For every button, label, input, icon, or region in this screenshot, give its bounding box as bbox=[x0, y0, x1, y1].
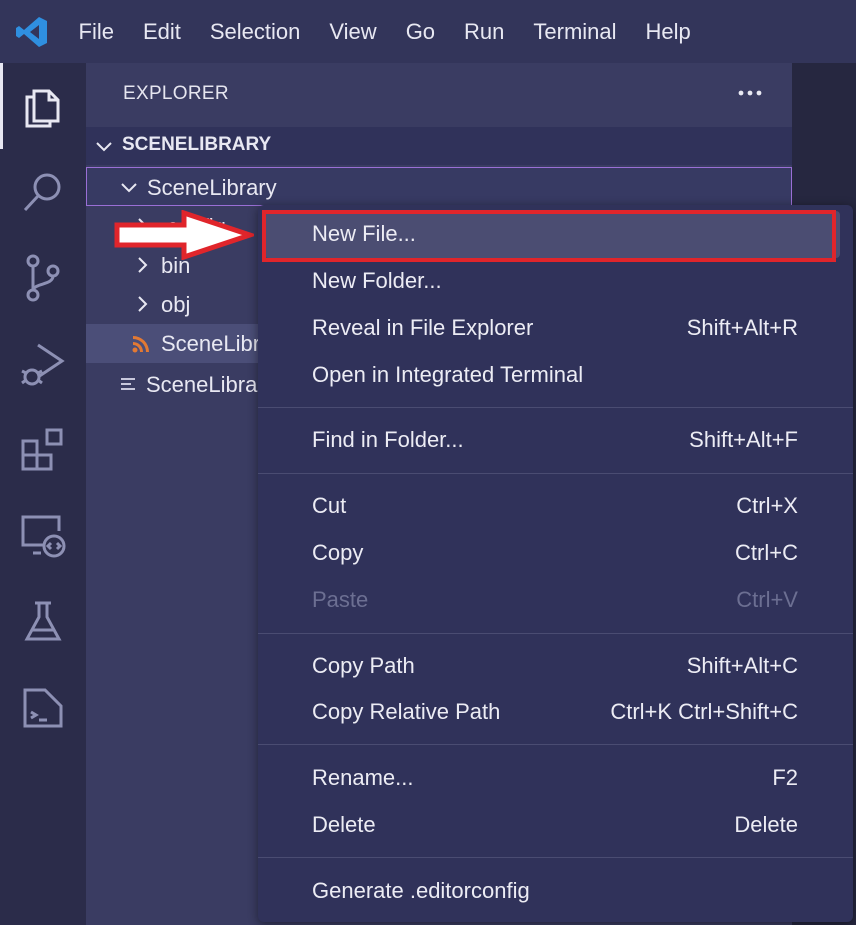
menu-item-shortcut: Ctrl+K Ctrl+Shift+C bbox=[610, 699, 798, 724]
menu-item-shortcut: Delete bbox=[734, 812, 798, 837]
menu-item-copy-path[interactable]: Copy Path Shift+Alt+C bbox=[258, 643, 853, 690]
menu-item-shortcut: Shift+Alt+C bbox=[686, 653, 798, 678]
menu-item-label: Delete bbox=[312, 812, 376, 837]
menu-run[interactable]: Run bbox=[450, 0, 519, 63]
menu-item-label: Cut bbox=[312, 493, 347, 518]
menu-item-paste: Paste Ctrl+V bbox=[258, 577, 853, 624]
menu-item-label: Find in Folder... bbox=[312, 427, 464, 452]
annotation-highlight-box bbox=[262, 210, 836, 262]
menu-item-copy[interactable]: Copy Ctrl+C bbox=[258, 530, 853, 577]
menu-item-generate-editorconfig[interactable]: Generate .editorconfig bbox=[258, 868, 853, 915]
menu-edit[interactable]: Edit bbox=[128, 0, 195, 63]
menu-item-label: Generate .editorconfig bbox=[312, 878, 530, 903]
menu-item-label: Copy Path bbox=[312, 653, 415, 678]
menu-separator bbox=[258, 473, 853, 474]
menu-item-label: Copy bbox=[312, 540, 364, 565]
menu-item-label: Rename... bbox=[312, 765, 414, 790]
menu-item-shortcut: Ctrl+C bbox=[735, 540, 798, 565]
terminal-icon[interactable] bbox=[0, 665, 86, 751]
menu-item-shortcut: Ctrl+X bbox=[736, 493, 798, 518]
context-menu: New File... New Folder... Reveal in File… bbox=[258, 205, 853, 922]
menu-item-label: Reveal in File Explorer bbox=[312, 315, 534, 340]
source-control-icon[interactable] bbox=[0, 235, 86, 321]
testing-icon[interactable] bbox=[0, 579, 86, 665]
chevron-right-icon bbox=[132, 294, 152, 319]
title-bar: File Edit Selection View Go Run Terminal… bbox=[0, 0, 856, 63]
rss-icon bbox=[132, 335, 150, 358]
activity-bar bbox=[0, 63, 86, 925]
search-icon[interactable] bbox=[0, 149, 86, 235]
menu-item-shortcut: Ctrl+V bbox=[736, 587, 798, 612]
tree-item-label: SceneLibrary bbox=[147, 175, 277, 200]
menu-go[interactable]: Go bbox=[391, 0, 449, 63]
menu-item-new-folder[interactable]: New Folder... bbox=[258, 258, 853, 305]
tree-item-label: obj bbox=[161, 292, 191, 317]
menu-item-rename[interactable]: Rename... F2 bbox=[258, 755, 853, 802]
menu-item-delete[interactable]: Delete Delete bbox=[258, 802, 853, 849]
menu-item-open-in-terminal[interactable]: Open in Integrated Terminal bbox=[258, 352, 853, 399]
explorer-icon[interactable] bbox=[0, 63, 86, 149]
menu-item-reveal-in-file-explorer[interactable]: Reveal in File Explorer Shift+Alt+R bbox=[258, 305, 853, 352]
menu-selection[interactable]: Selection bbox=[195, 0, 315, 63]
extensions-icon[interactable] bbox=[0, 407, 86, 493]
tree-item-scenelibrary-folder[interactable]: SceneLibrary bbox=[86, 167, 792, 206]
vscode-logo-icon bbox=[0, 0, 64, 63]
menu-item-shortcut: Shift+Alt+F bbox=[689, 427, 798, 452]
menu-view[interactable]: View bbox=[315, 0, 391, 63]
menu-separator bbox=[258, 744, 853, 745]
text-file-icon bbox=[120, 376, 138, 399]
tree-item-label: SceneLibr bbox=[161, 331, 261, 356]
chevron-down-icon bbox=[119, 177, 139, 202]
menu-file[interactable]: File bbox=[64, 0, 128, 63]
menu-item-label: New Folder... bbox=[312, 268, 442, 293]
sidebar-title: EXPLORER bbox=[123, 83, 229, 104]
menu-item-label: Copy Relative Path bbox=[312, 699, 501, 724]
sidebar-header: EXPLORER bbox=[86, 63, 792, 127]
menu-help[interactable]: Help bbox=[631, 0, 705, 63]
workspace-section-header[interactable]: SCENELIBRARY bbox=[86, 127, 792, 165]
menu-separator bbox=[258, 633, 853, 634]
tree-item-label: SceneLibra bbox=[146, 372, 258, 397]
menu-item-cut[interactable]: Cut Ctrl+X bbox=[258, 483, 853, 530]
menu-item-copy-relative-path[interactable]: Copy Relative Path Ctrl+K Ctrl+Shift+C bbox=[258, 689, 853, 736]
menu-item-label: Paste bbox=[312, 587, 369, 612]
menu-item-find-in-folder[interactable]: Find in Folder... Shift+Alt+F bbox=[258, 417, 853, 464]
menu-terminal[interactable]: Terminal bbox=[519, 0, 631, 63]
menu-separator bbox=[258, 857, 853, 858]
menu-item-shortcut: Shift+Alt+R bbox=[686, 315, 798, 340]
run-debug-icon[interactable] bbox=[0, 321, 86, 407]
menu-item-shortcut: F2 bbox=[772, 765, 798, 790]
chevron-down-icon bbox=[94, 136, 114, 161]
annotation-arrow-icon bbox=[114, 209, 258, 261]
workspace-section-title: SCENELIBRARY bbox=[122, 134, 272, 155]
remote-explorer-icon[interactable] bbox=[0, 493, 86, 579]
menu-item-label: Open in Integrated Terminal bbox=[312, 362, 584, 387]
more-actions-icon[interactable] bbox=[736, 77, 766, 107]
menu-separator bbox=[258, 407, 853, 408]
